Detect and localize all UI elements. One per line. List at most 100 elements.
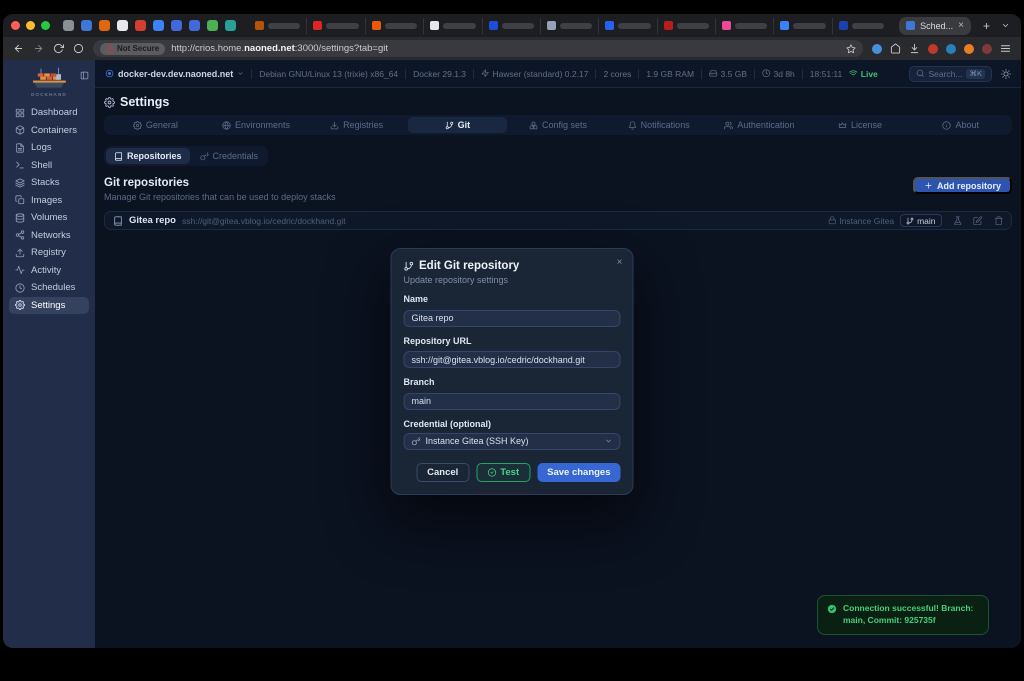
pinned-tab[interactable] <box>207 20 218 31</box>
tab-notifications[interactable]: Notifications <box>609 117 708 133</box>
browser-tab[interactable] <box>249 18 306 34</box>
test-connection-icon[interactable] <box>953 216 963 226</box>
pinned-tab[interactable] <box>189 20 200 31</box>
tab-about[interactable]: About <box>911 117 1010 133</box>
home-icon[interactable] <box>890 43 901 54</box>
reload-icon[interactable] <box>53 43 64 54</box>
theme-toggle-icon[interactable] <box>1001 69 1011 79</box>
browser-tab[interactable] <box>598 18 656 34</box>
sidebar-item-registry[interactable]: Registry <box>9 244 89 261</box>
global-search[interactable]: Search... ⌘K <box>909 66 992 82</box>
browser-tab[interactable] <box>715 18 773 34</box>
browser-tab[interactable] <box>365 18 423 34</box>
tab-config-sets[interactable]: Config sets <box>509 117 608 133</box>
tab-license[interactable]: License <box>811 117 910 133</box>
pinned-tab[interactable] <box>171 20 182 31</box>
tab-environments[interactable]: Environments <box>207 117 306 133</box>
sidebar-item-networks[interactable]: Networks <box>9 227 89 244</box>
traffic-light[interactable] <box>41 21 50 30</box>
pinned-tab[interactable] <box>225 20 236 31</box>
bookmark-icon[interactable] <box>846 44 856 54</box>
extension-icon[interactable] <box>946 44 956 54</box>
traffic-light[interactable] <box>26 21 35 30</box>
test-button[interactable]: Test <box>476 463 530 482</box>
edit-icon[interactable] <box>973 216 983 226</box>
users-icon <box>724 121 733 130</box>
sidebar-item-logs[interactable]: Logs <box>9 139 89 156</box>
pinned-tab[interactable] <box>117 20 128 31</box>
add-repository-button[interactable]: Add repository <box>913 177 1012 194</box>
new-tab-button[interactable]: + <box>980 20 993 32</box>
save-changes-button[interactable]: Save changes <box>537 463 620 482</box>
grid-icon <box>15 108 25 118</box>
sidebar-item-activity[interactable]: Activity <box>9 262 89 279</box>
extension-icon[interactable] <box>964 44 974 54</box>
back-icon[interactable] <box>13 43 24 54</box>
repository-url: ssh://git@gitea.vblog.io/cedric/dockhand… <box>182 216 346 226</box>
sidebar-item-stacks[interactable]: Stacks <box>9 174 89 191</box>
brand-name: DOCKHAND <box>31 92 67 97</box>
logo-area: DOCKHAND <box>9 65 89 104</box>
browser-tab[interactable] <box>657 18 715 34</box>
branch-field[interactable] <box>404 393 621 410</box>
browser-tab[interactable] <box>832 18 890 34</box>
blurred-tab-title <box>268 23 300 29</box>
pinned-tab[interactable] <box>135 20 146 31</box>
active-browser-tab[interactable]: Sched... × <box>899 17 971 35</box>
time-stat: 18:51:11 <box>810 69 842 79</box>
browser-menu-icon[interactable] <box>1000 43 1011 54</box>
pinned-tab[interactable] <box>153 20 164 31</box>
forward-icon[interactable] <box>33 43 44 54</box>
pinned-tab[interactable] <box>63 20 74 31</box>
name-label: Name <box>404 294 621 304</box>
address-bar[interactable]: Not Secure http://crios.home.naoned.net:… <box>93 40 863 57</box>
browser-tab[interactable] <box>306 18 364 34</box>
sidebar-item-shell[interactable]: Shell <box>9 157 89 174</box>
sidebar-item-settings[interactable]: Settings <box>9 297 89 314</box>
browser-tab[interactable] <box>540 18 598 34</box>
sidebar-item-images[interactable]: Images <box>9 192 89 209</box>
not-secure-badge[interactable]: Not Secure <box>100 43 165 55</box>
docker-version-stat: Docker 29.1.3 <box>413 69 466 79</box>
divider <box>595 69 596 79</box>
sidebar-item-containers[interactable]: Containers <box>9 122 89 139</box>
blurred-tab-title <box>852 23 884 29</box>
close-icon[interactable]: × <box>617 257 623 268</box>
sidebar-item-volumes[interactable]: Volumes <box>9 209 89 226</box>
tab-authentication[interactable]: Authentication <box>710 117 809 133</box>
tab-general[interactable]: General <box>106 117 205 133</box>
sidebar-collapse-icon[interactable] <box>80 71 89 80</box>
divider <box>638 69 639 79</box>
shield-extension-icon[interactable] <box>73 43 84 54</box>
traffic-light[interactable] <box>11 21 20 30</box>
repository-url-field[interactable] <box>404 351 621 368</box>
credential-select[interactable]: Instance Gitea (SSH Key) <box>404 433 621 450</box>
tab-search-icon[interactable] <box>998 21 1013 30</box>
extension-icon[interactable] <box>928 44 938 54</box>
subtab-repositories[interactable]: Repositories <box>106 148 190 164</box>
name-field[interactable] <box>404 310 621 327</box>
pinned-tab[interactable] <box>99 20 110 31</box>
delete-icon[interactable] <box>994 216 1004 226</box>
browser-tab[interactable] <box>423 18 481 34</box>
extension-icon[interactable] <box>982 44 992 54</box>
tab-git[interactable]: Git <box>408 117 507 133</box>
browser-tab[interactable] <box>482 18 540 34</box>
sidebar-item-schedules[interactable]: Schedules <box>9 279 89 296</box>
sidebar-item-dashboard[interactable]: Dashboard <box>9 104 89 121</box>
extension-icon[interactable] <box>872 44 882 54</box>
cancel-button[interactable]: Cancel <box>416 463 469 482</box>
cores-stat: 2 cores <box>603 69 631 79</box>
uptime-stat: 3d 8h <box>762 69 795 79</box>
downloads-icon[interactable] <box>909 43 920 54</box>
repository-row[interactable]: Gitea repo ssh://git@gitea.vblog.io/cedr… <box>104 211 1012 230</box>
subtab-credentials[interactable]: Credentials <box>192 148 267 164</box>
page-title: Settings <box>104 95 1012 109</box>
tab-registries[interactable]: Registries <box>307 117 406 133</box>
pinned-tabs <box>63 20 236 31</box>
close-tab-icon[interactable]: × <box>958 21 964 31</box>
pinned-tab[interactable] <box>81 20 92 31</box>
browser-tab[interactable] <box>773 18 831 34</box>
environment-selector[interactable]: docker-dev.dev.naoned.net <box>105 69 244 79</box>
uptime-clock-icon <box>762 69 771 78</box>
